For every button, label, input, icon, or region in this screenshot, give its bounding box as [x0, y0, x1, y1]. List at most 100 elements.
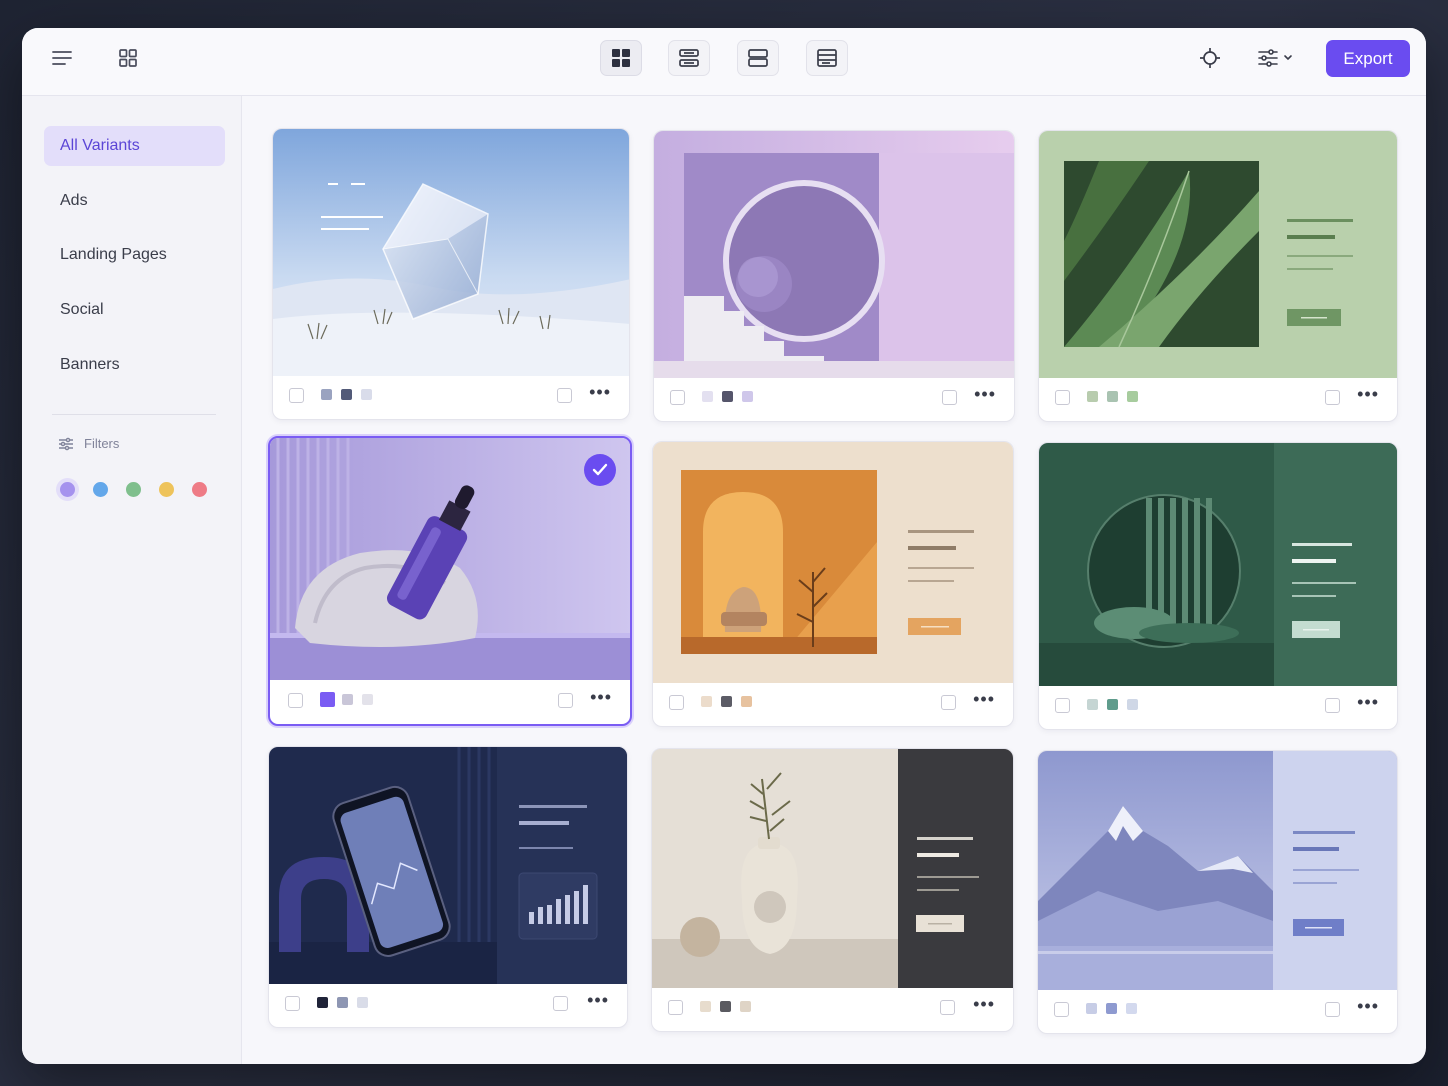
more-options-icon[interactable]: •••	[1357, 384, 1379, 405]
filter-color-green[interactable]	[126, 482, 141, 497]
color-swatch	[342, 694, 353, 705]
variant-card[interactable]: •••	[1037, 750, 1398, 1034]
filter-color-purple[interactable]	[60, 482, 75, 497]
color-swatch	[1107, 391, 1118, 402]
crosshair-icon[interactable]	[1190, 38, 1230, 78]
color-swatch	[321, 389, 332, 400]
filter-color-red[interactable]	[192, 482, 207, 497]
more-options-icon[interactable]: •••	[1357, 692, 1379, 713]
filter-color-blue[interactable]	[93, 482, 108, 497]
card-footer: •••	[269, 982, 627, 1027]
more-options-icon[interactable]: •••	[590, 687, 612, 708]
color-swatch	[1086, 1003, 1097, 1014]
sidebar-item-label: Banners	[60, 356, 120, 373]
color-swatch	[341, 389, 352, 400]
more-options-icon[interactable]: •••	[589, 382, 611, 403]
select-checkbox[interactable]	[285, 996, 300, 1011]
select-checkbox[interactable]	[1055, 390, 1070, 405]
sidebar-divider	[52, 414, 216, 415]
color-swatch	[740, 1001, 751, 1012]
select-checkbox[interactable]	[1055, 698, 1070, 713]
variant-card[interactable]: •••	[651, 748, 1014, 1032]
variant-card-selected[interactable]: •••	[268, 436, 632, 726]
more-options-icon[interactable]: •••	[973, 994, 995, 1015]
color-swatch	[720, 1001, 731, 1012]
card-thumbnail	[273, 129, 629, 376]
sidebar-item-all-variants[interactable]: All Variants	[44, 126, 225, 166]
card-footer: •••	[653, 681, 1013, 726]
view-grid-button[interactable]	[600, 40, 642, 76]
card-thumbnail	[269, 747, 627, 984]
compare-checkbox[interactable]	[1325, 698, 1340, 713]
sidebar: All Variants Ads Landing Pages Social Ba…	[22, 96, 242, 1064]
variant-card[interactable]: •••	[1038, 130, 1398, 422]
variant-card[interactable]: •••	[652, 441, 1014, 727]
more-options-icon[interactable]: •••	[1357, 996, 1379, 1017]
color-swatch	[362, 694, 373, 705]
color-swatch	[1126, 1003, 1137, 1014]
card-footer: •••	[270, 679, 630, 724]
card-footer: •••	[273, 374, 629, 419]
variant-card[interactable]: •••	[268, 746, 628, 1028]
card-footer: •••	[652, 986, 1013, 1031]
variant-card[interactable]: •••	[1038, 442, 1398, 730]
filter-color-yellow[interactable]	[159, 482, 174, 497]
color-swatch	[320, 692, 335, 707]
color-swatch	[1127, 391, 1138, 402]
variant-card[interactable]: •••	[653, 130, 1015, 422]
view-compact-button[interactable]	[806, 40, 848, 76]
color-swatch	[1087, 391, 1098, 402]
card-thumbnail	[1039, 131, 1397, 378]
select-checkbox[interactable]	[289, 388, 304, 403]
color-swatch	[702, 391, 713, 402]
grid-small-icon[interactable]	[108, 38, 148, 78]
compare-checkbox[interactable]	[557, 388, 572, 403]
select-checkbox[interactable]	[668, 1000, 683, 1015]
card-thumbnail	[653, 442, 1013, 683]
more-options-icon[interactable]: •••	[587, 990, 609, 1011]
compare-checkbox[interactable]	[1325, 390, 1340, 405]
view-rows-button[interactable]	[737, 40, 779, 76]
sidebar-item-label: Landing Pages	[60, 246, 167, 263]
more-options-icon[interactable]: •••	[974, 384, 996, 405]
color-swatch	[722, 391, 733, 402]
card-footer: •••	[654, 376, 1014, 421]
compare-checkbox[interactable]	[942, 390, 957, 405]
card-thumbnail	[652, 749, 1013, 988]
compare-checkbox[interactable]	[558, 693, 573, 708]
menu-icon[interactable]	[42, 38, 82, 78]
compare-checkbox[interactable]	[940, 1000, 955, 1015]
sidebar-item-ads[interactable]: Ads	[44, 181, 225, 221]
select-checkbox[interactable]	[1054, 1002, 1069, 1017]
card-footer: •••	[1039, 684, 1397, 729]
export-button[interactable]: Export	[1326, 40, 1410, 77]
more-options-icon[interactable]: •••	[973, 689, 995, 710]
color-swatch	[1127, 699, 1138, 710]
compare-checkbox[interactable]	[1325, 1002, 1340, 1017]
color-swatch	[1106, 1003, 1117, 1014]
compare-checkbox[interactable]	[941, 695, 956, 710]
color-swatch	[337, 997, 348, 1008]
color-swatch	[700, 1001, 711, 1012]
view-list-button[interactable]	[668, 40, 710, 76]
color-swatch	[742, 391, 753, 402]
select-checkbox[interactable]	[669, 695, 684, 710]
sidebar-item-social[interactable]: Social	[44, 290, 225, 330]
filter-sliders-dropdown[interactable]	[1250, 38, 1302, 78]
sidebar-item-landing-pages[interactable]: Landing Pages	[44, 235, 225, 275]
variant-card[interactable]: •••	[272, 128, 630, 420]
select-checkbox[interactable]	[670, 390, 685, 405]
app-window: Export All Variants Ads Landing Pages So…	[22, 28, 1426, 1064]
selected-check-icon[interactable]	[584, 454, 616, 486]
card-thumbnail	[1038, 751, 1397, 990]
sidebar-item-label: Ads	[60, 192, 88, 209]
select-checkbox[interactable]	[288, 693, 303, 708]
color-swatch	[1107, 699, 1118, 710]
color-swatch	[701, 696, 712, 707]
card-thumbnail	[270, 438, 630, 680]
sidebar-item-banners[interactable]: Banners	[44, 345, 225, 385]
card-footer: •••	[1039, 376, 1397, 421]
compare-checkbox[interactable]	[553, 996, 568, 1011]
filter-sliders-icon	[59, 437, 73, 450]
color-swatch	[357, 997, 368, 1008]
